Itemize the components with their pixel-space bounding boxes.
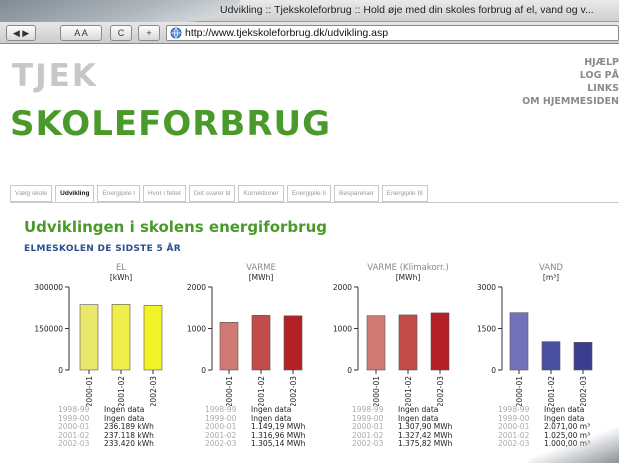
varme-klimakorr-bar-2002-03	[430, 312, 450, 371]
varme-data-row: 2002-03 1.305,14 MWh	[205, 440, 305, 449]
window-title: Udvikling :: Tjekskoleforbrug :: Hold øj…	[220, 4, 594, 16]
school-subtitle: ELMESKOLEN DE SIDSTE 5 ÅR	[24, 244, 181, 254]
varme-klimakorr-x-tick-label: 2001-02	[404, 376, 413, 406]
vand-y-tick-label: 0	[491, 366, 496, 375]
el-data-table: 1998-99 Ingen data 1999-00 Ingen data 2000-0…	[58, 405, 154, 449]
back-forward-buttons[interactable]: ◀ ▶	[6, 25, 36, 41]
varme-klimakorr-chart-title: VARME (Klimakorr.)	[367, 263, 448, 273]
section-tabs: Vælg skole Udvikling Energipile I Hvor i…	[10, 185, 431, 203]
varme-klimakorr-x-tick-label: 2002-03	[436, 376, 445, 406]
tab-vaelg-skole[interactable]: Vælg skole	[10, 185, 53, 202]
url-text: http://www.tjekskoleforbrug.dk/udvikling…	[185, 27, 389, 39]
page-curl-decoration	[0, 0, 240, 22]
el-x-tick-label: 2001-02	[117, 376, 126, 406]
varme-row-value: 1.305,14 MWh	[251, 439, 306, 449]
nav-links-link[interactable]: LINKS	[522, 82, 619, 95]
el-data-row: 2002-03 233.420 kWh	[58, 440, 154, 449]
page-curl-corner	[529, 427, 619, 463]
varme-bar-2001-02	[251, 315, 271, 371]
tab-det-svarer-til[interactable]: Det svarer til	[188, 185, 236, 202]
nav-help-link[interactable]: HJÆLP	[522, 56, 619, 69]
varme-bar-2000-01	[219, 322, 239, 371]
vand-bar-2002-03	[573, 342, 593, 371]
el-bar-2001-02	[111, 304, 131, 371]
varme-klimakorr-y-tick-label: 2000	[333, 283, 352, 292]
el-y-tick-label: 150000	[34, 325, 63, 334]
varme-klimakorr-row-year: 2002-03	[352, 439, 384, 449]
varme-klimakorr-data-table: 1998-99 Ingen data 1999-00 Ingen data 2000-0…	[352, 405, 452, 449]
vand-chart-title: VAND	[539, 263, 563, 273]
add-bookmark-button[interactable]: +	[138, 25, 160, 41]
vand-x-tick-label: 2002-03	[579, 376, 588, 406]
vand-y-tick-label: 1500	[477, 325, 496, 334]
el-chart-unit: [kWh]	[110, 273, 132, 282]
varme-row-year: 2002-03	[205, 439, 237, 449]
vand-y-tick-label: 3000	[477, 283, 496, 292]
varme-x-tick-label: 2001-02	[257, 376, 266, 406]
vand-x-tick-label: 2001-02	[547, 376, 556, 406]
tab-udvikling[interactable]: Udvikling	[55, 185, 95, 202]
varme-chart-title: VARME	[246, 263, 276, 273]
reload-icon: C	[117, 28, 125, 38]
varme-klimakorr-y-tick-label: 0	[347, 366, 352, 375]
el-y-tick-label: 0	[58, 366, 63, 375]
varme-bar-2002-03	[283, 315, 303, 371]
plus-icon: +	[146, 28, 152, 38]
varme-y-tick-label: 1000	[187, 325, 206, 334]
varme-klimakorr-bar-2000-01	[366, 315, 386, 371]
varme-klimakorr-x-tick-label: 2000-01	[372, 376, 381, 406]
nav-login-link[interactable]: LOG PÅ	[522, 69, 619, 82]
browser-titlebar: Udvikling :: Tjekskoleforbrug :: Hold øj…	[0, 0, 619, 22]
vand-bar-2000-01	[509, 312, 529, 371]
vand-bar-2001-02	[541, 341, 561, 371]
el-bar-2002-03	[143, 305, 163, 371]
varme-x-tick-label: 2002-03	[289, 376, 298, 406]
page-title: Udviklingen i skolens energiforbrug	[24, 218, 327, 236]
varme-klimakorr-chart-unit: [MWh]	[396, 273, 421, 282]
tab-energipile-2[interactable]: Energipile II	[286, 185, 332, 202]
text-size-label: A A	[74, 28, 88, 38]
reload-button[interactable]: C	[110, 25, 132, 41]
tab-korrektioner[interactable]: Korrektioner	[238, 185, 284, 202]
el-bar-2000-01	[79, 304, 99, 371]
el-y-tick-label: 300000	[34, 283, 63, 292]
tab-energipile-1[interactable]: Energipile I	[97, 185, 140, 202]
varme-y-tick-label: 0	[201, 366, 206, 375]
tab-hvor-i-feltet[interactable]: Hvor i feltet	[142, 185, 186, 202]
varme-y-tick-label: 2000	[187, 283, 206, 292]
logo-tjek[interactable]: TJEK	[12, 58, 98, 94]
nav-about-link[interactable]: OM HJEMMESIDEN	[522, 95, 619, 108]
back-icon[interactable]: ◀	[13, 28, 20, 38]
el-x-tick-label: 2000-01	[85, 376, 94, 406]
varme-data-table: 1998-99 Ingen data 1999-00 Ingen data 2000-0…	[205, 405, 305, 449]
top-navigation: HJÆLP LOG PÅ LINKS OM HJEMMESIDEN	[522, 56, 619, 108]
varme-klimakorr-bar-2001-02	[398, 314, 418, 371]
text-size-button[interactable]: A A	[60, 25, 102, 41]
varme-klimakorr-row-value: 1.375,82 MWh	[398, 439, 453, 449]
energy-charts: EL[kWh]01500003000002000-01 2001-02 2002-0…	[34, 263, 593, 406]
varme-klimakorr-y-tick-label: 1000	[333, 325, 352, 334]
el-x-tick-label: 2002-03	[149, 376, 158, 406]
vand-x-tick-label: 2000-01	[515, 376, 524, 406]
tab-besparelser[interactable]: Besparelser	[334, 185, 379, 202]
varme-x-tick-label: 2000-01	[225, 376, 234, 406]
tab-divider	[10, 202, 619, 203]
el-row-year: 2002-03	[58, 439, 90, 449]
address-bar[interactable]: http://www.tjekskoleforbrug.dk/udvikling…	[166, 25, 619, 41]
el-row-value: 233.420 kWh	[104, 439, 154, 449]
forward-icon[interactable]: ▶	[22, 28, 29, 38]
browser-toolbar: ◀ ▶ A A C + http://www.tjekskoleforbrug.…	[0, 22, 619, 44]
vand-chart-unit: [m³]	[543, 273, 559, 282]
tab-energipile-3[interactable]: Energipile III	[381, 185, 428, 202]
logo-skoleforbrug[interactable]: SKOLEFORBRUG	[10, 104, 331, 144]
el-chart-title: EL	[116, 263, 126, 273]
varme-klimakorr-data-row: 2002-03 1.375,82 MWh	[352, 440, 452, 449]
varme-chart-unit: [MWh]	[249, 273, 274, 282]
globe-icon	[170, 27, 182, 39]
